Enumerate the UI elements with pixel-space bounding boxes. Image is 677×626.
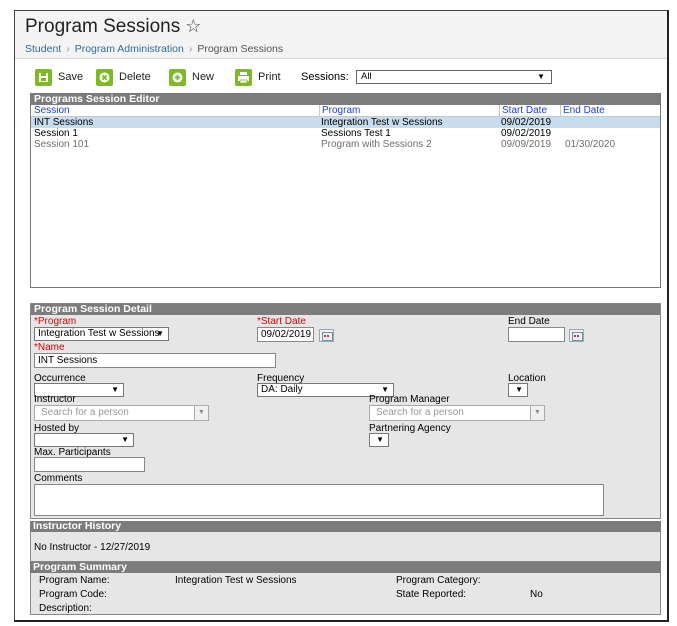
- summary-state-reported-value: No: [530, 589, 543, 600]
- dropdown-arrow-icon: ▼: [376, 435, 384, 444]
- breadcrumb-current: Program Sessions: [197, 43, 284, 55]
- program-select-value: Integration Test w Sessions: [38, 328, 160, 339]
- session-detail-title: Program Session Detail: [31, 304, 660, 315]
- column-header-program[interactable]: Program: [319, 105, 360, 117]
- cell-session: Session 101: [34, 139, 90, 150]
- save-button[interactable]: Save: [35, 68, 83, 86]
- page-title-text: Program Sessions: [25, 16, 181, 37]
- star-icon[interactable]: ☆: [185, 16, 201, 36]
- new-button[interactable]: New: [169, 68, 214, 86]
- printer-icon: [235, 68, 252, 86]
- instructor-history-text: No Instructor - 12/27/2019: [34, 542, 151, 553]
- comments-textarea[interactable]: [34, 484, 604, 516]
- calendar-icon[interactable]: [319, 329, 334, 342]
- print-label: Print: [258, 71, 281, 83]
- end-date-field[interactable]: [508, 327, 565, 342]
- session-editor-panel: Programs Session Editor Session Program …: [30, 93, 661, 288]
- sessions-filter-value: All: [361, 71, 372, 82]
- frequency-value: DA: Daily: [261, 384, 303, 395]
- table-row[interactable]: INT Sessions Integration Test w Sessions…: [31, 117, 660, 128]
- dropdown-arrow-icon: ▼: [537, 72, 545, 81]
- program-manager-search-input[interactable]: Search for a person ▼: [369, 405, 545, 421]
- delete-label: Delete: [119, 71, 151, 83]
- instructor-label: Instructor: [34, 394, 76, 405]
- program-label: *Program: [34, 316, 77, 327]
- print-button[interactable]: Print: [235, 68, 281, 86]
- dropdown-arrow-icon: ▼: [111, 385, 119, 394]
- summary-description-label: Description:: [39, 603, 92, 614]
- name-label: *Name: [34, 342, 65, 353]
- sessions-filter-label: Sessions:: [301, 71, 349, 83]
- save-icon: [35, 68, 52, 86]
- instructor-history-panel: No Instructor - 12/27/2019: [30, 532, 661, 562]
- instructor-history-title: Instructor History: [30, 521, 661, 532]
- breadcrumb-student[interactable]: Student: [25, 43, 61, 55]
- start-date-field[interactable]: 09/02/2019: [257, 327, 314, 342]
- summary-program-category-label: Program Category:: [396, 575, 481, 586]
- delete-icon: [96, 68, 113, 86]
- comments-label: Comments: [34, 473, 83, 484]
- breadcrumb: Student › Program Administration › Program S…: [25, 43, 283, 55]
- end-date-label: End Date: [508, 316, 550, 327]
- summary-state-reported-label: State Reported:: [396, 589, 467, 600]
- calendar-icon[interactable]: [569, 329, 584, 342]
- name-value: INT Sessions: [38, 355, 98, 366]
- page-header: Program Sessions ☆ Student › Program Admini…: [15, 11, 667, 59]
- save-label: Save: [58, 71, 84, 83]
- dropdown-arrow-icon[interactable]: ▼: [530, 406, 544, 420]
- session-table-header: Session Program Start Date End Date: [31, 105, 660, 117]
- table-row[interactable]: Session 1 Sessions Test 1 09/02/2019: [31, 128, 660, 139]
- summary-program-code-label: Program Code:: [39, 589, 107, 600]
- cell-end-date: 01/30/2020: [565, 139, 616, 150]
- delete-button[interactable]: Delete: [96, 68, 151, 86]
- column-header-end-date[interactable]: End Date: [560, 105, 605, 117]
- dropdown-arrow-icon: ▼: [156, 329, 164, 338]
- chevron-right-icon: ›: [188, 43, 193, 55]
- app-frame: Program Sessions ☆ Student › Program Admini…: [14, 10, 669, 622]
- program-manager-placeholder: Search for a person: [376, 407, 464, 418]
- new-label: New: [192, 71, 215, 83]
- dropdown-arrow-icon: ▼: [121, 435, 129, 444]
- plus-icon: [169, 68, 186, 86]
- column-header-start-date[interactable]: Start Date: [499, 105, 547, 117]
- location-select[interactable]: ▼: [508, 383, 528, 397]
- action-toolbar: Save Delete New Print Sessions: All ▼: [15, 60, 667, 92]
- session-detail-panel: Program Session Detail *Program Integrat…: [30, 303, 661, 519]
- program-summary-title: Program Summary: [30, 562, 661, 573]
- chevron-right-icon: ›: [66, 43, 70, 55]
- page-title: Program Sessions ☆: [25, 16, 201, 38]
- start-date-label: *Start Date: [257, 316, 306, 327]
- summary-program-name-value: Integration Test w Sessions: [175, 575, 297, 586]
- cell-start-date: 09/09/2019: [501, 139, 552, 150]
- max-participants-field[interactable]: [34, 457, 145, 472]
- program-manager-label: Program Manager: [369, 394, 450, 405]
- dropdown-arrow-icon[interactable]: ▼: [194, 406, 208, 420]
- breadcrumb-program-administration[interactable]: Program Administration: [75, 43, 184, 55]
- hosted-by-select[interactable]: ▼: [34, 433, 134, 447]
- partnering-agency-select[interactable]: ▼: [369, 433, 389, 447]
- instructor-placeholder: Search for a person: [41, 407, 129, 418]
- start-date-value: 09/02/2019: [261, 329, 312, 340]
- name-field[interactable]: INT Sessions: [34, 353, 276, 368]
- column-header-session[interactable]: Session: [34, 105, 70, 117]
- program-summary-panel: Program Name: Integration Test w Session…: [30, 573, 661, 615]
- table-row[interactable]: Session 101 Program with Sessions 2 09/0…: [31, 139, 660, 150]
- dropdown-arrow-icon: ▼: [515, 385, 523, 394]
- instructor-search-input[interactable]: Search for a person ▼: [34, 405, 209, 421]
- program-select[interactable]: Integration Test w Sessions ▼: [34, 327, 169, 341]
- session-editor-title: Programs Session Editor: [31, 94, 660, 105]
- cell-program: Program with Sessions 2: [321, 139, 432, 150]
- sessions-filter-select[interactable]: All ▼: [356, 70, 552, 84]
- summary-program-name-label: Program Name:: [39, 575, 110, 586]
